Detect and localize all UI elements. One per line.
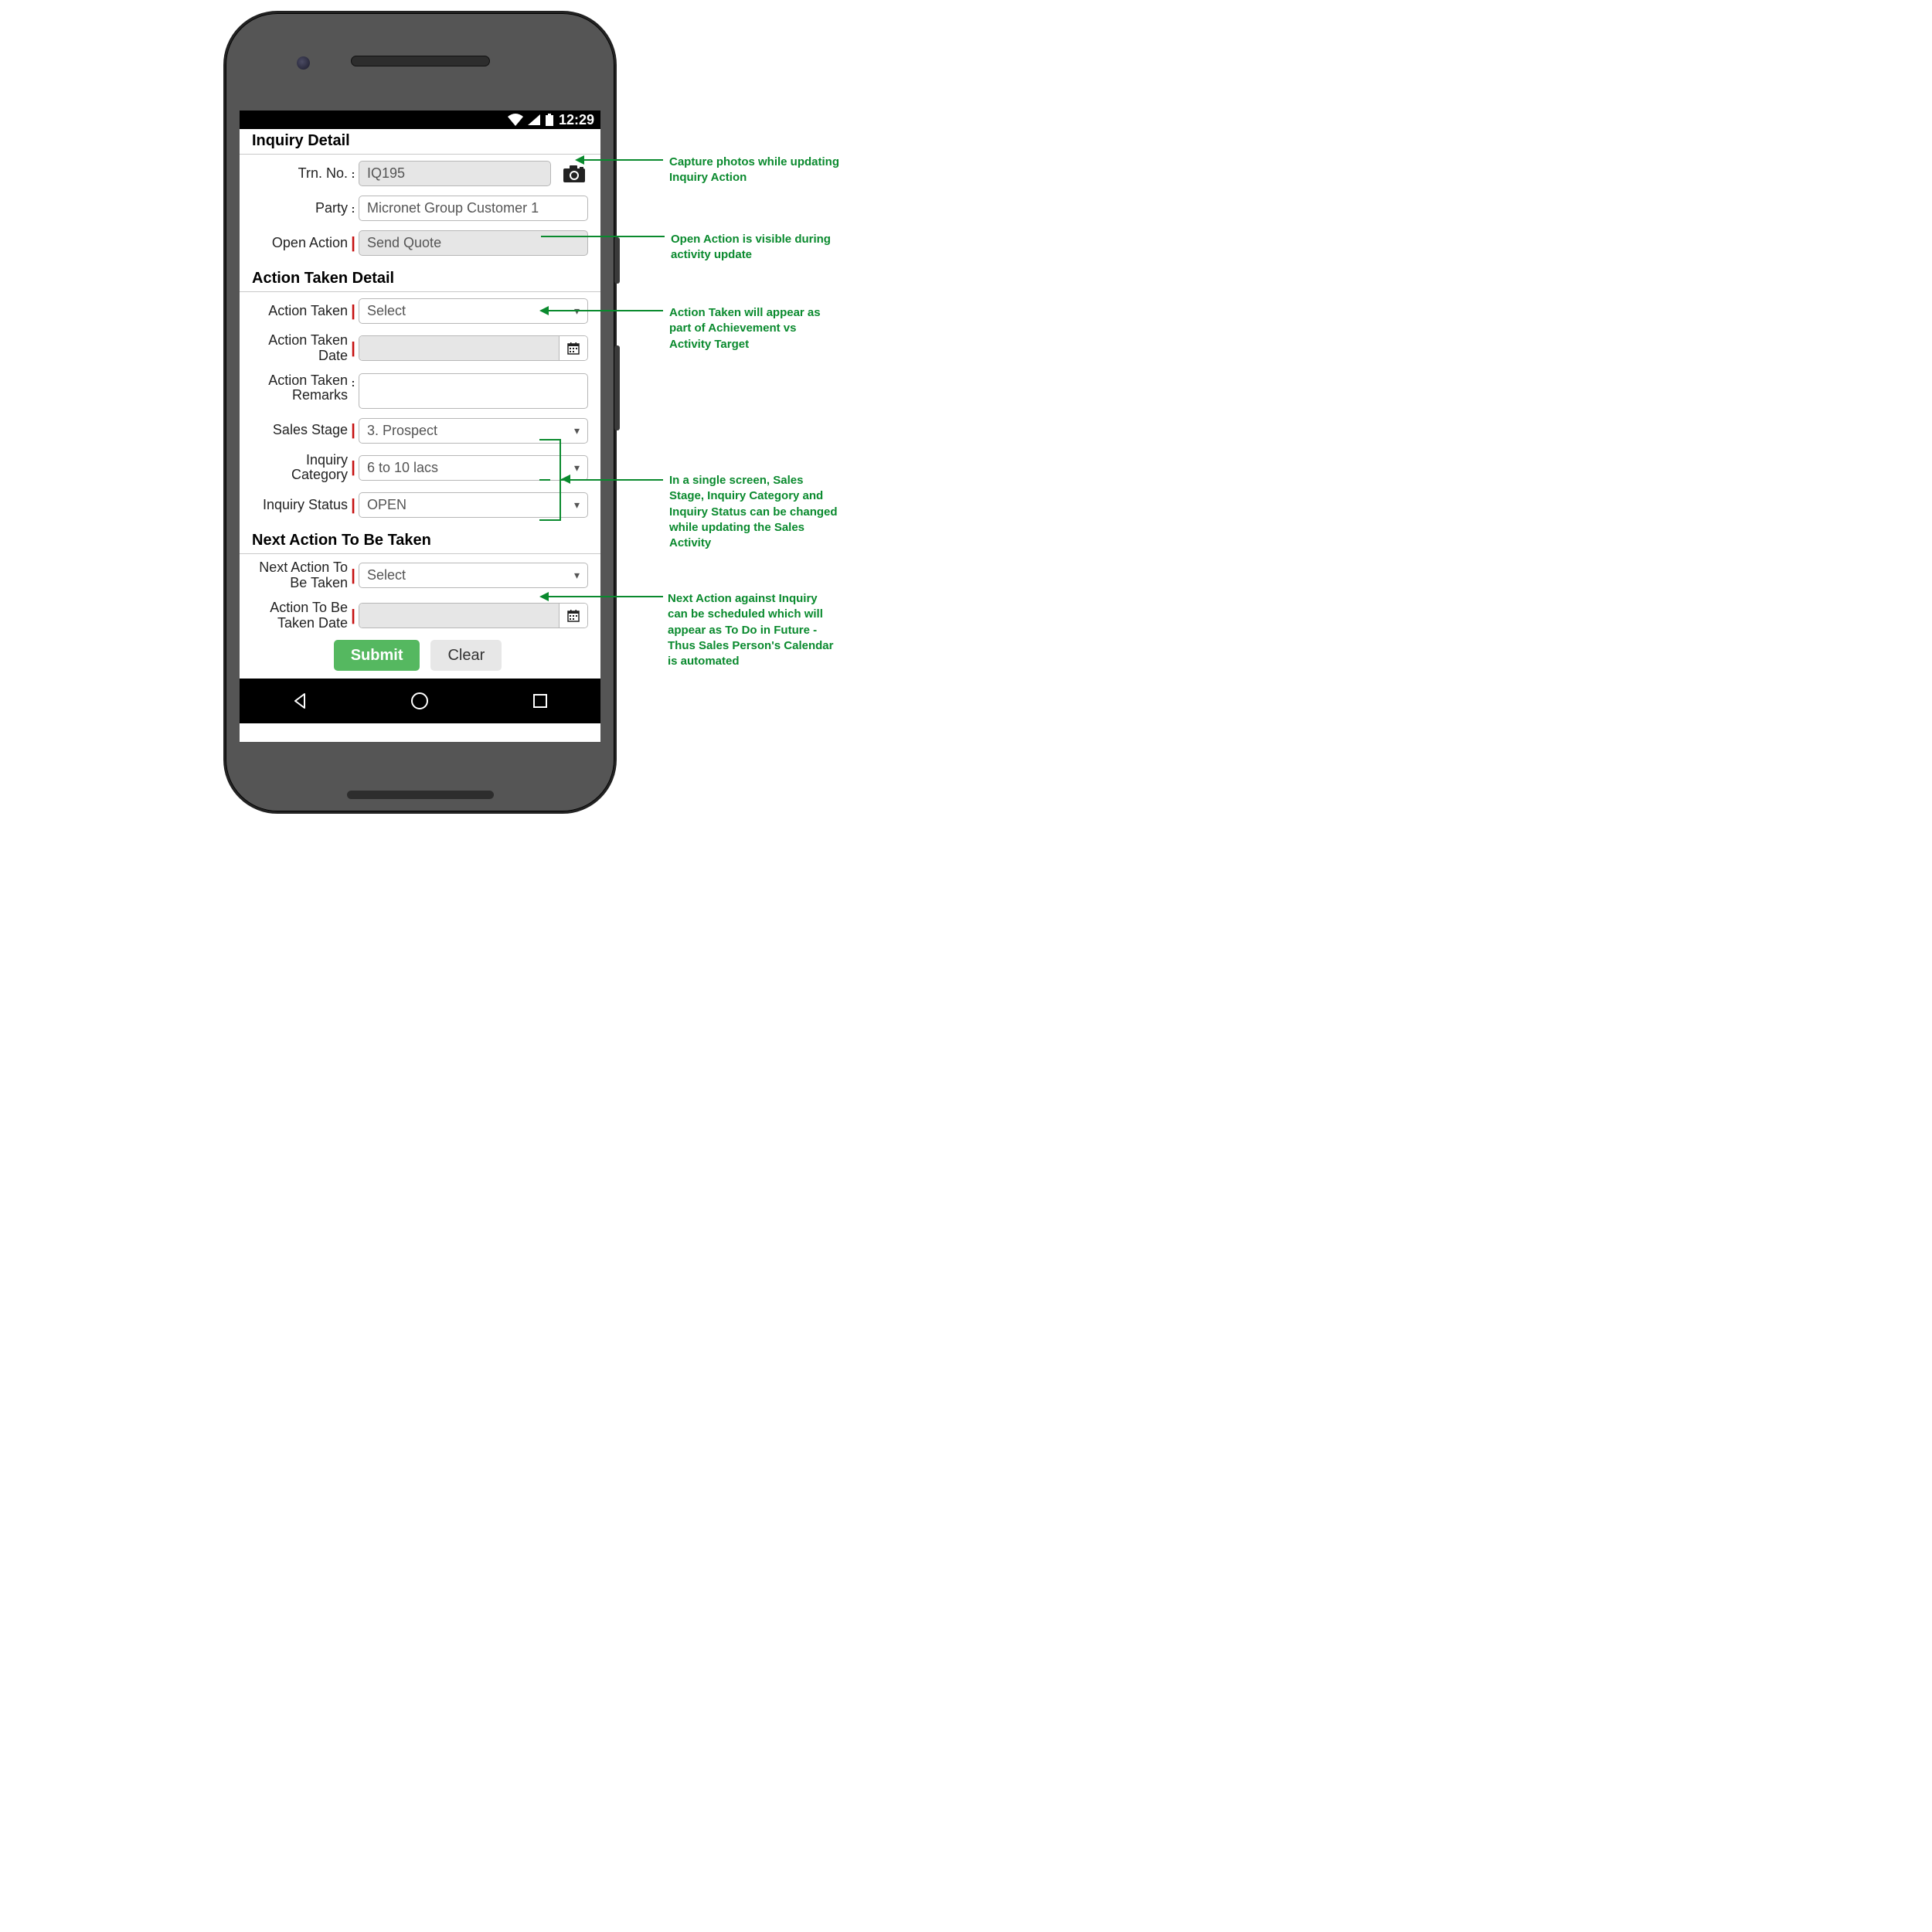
nav-home-button[interactable] [408,689,431,713]
label-party: Party [247,201,348,216]
clear-button[interactable]: Clear [430,640,502,671]
nav-back-button[interactable] [288,689,311,713]
callout-bracket [550,439,561,521]
row-next-action: Next Action To Be Taken | Select ▾ [247,560,588,591]
separator-required: | [348,424,359,437]
separator-required: | [348,610,359,622]
phone-volume-button [614,345,620,430]
row-action-taken-date: Action Taken Date | [247,333,588,364]
wifi-icon [508,114,523,126]
separator-required: | [348,461,359,474]
nav-recent-button[interactable] [529,689,552,713]
callout-line [584,159,663,161]
row-action-taken-remarks: Action Taken Remarks : [247,373,588,409]
label-trn-no: Trn. No. [247,166,348,182]
label-action-taken-remarks: Action Taken Remarks [247,373,348,404]
row-action-to-be-taken-date: Action To Be Taken Date | [247,600,588,631]
back-triangle-icon [291,692,309,710]
calendar-icon [567,342,580,355]
battery-icon [545,114,554,126]
label-action-to-be-taken-date: Action To Be Taken Date [247,600,348,631]
cellular-signal-icon [528,114,540,125]
callout-bracket-stub [539,479,550,481]
phone-speaker [351,56,490,66]
screen: 12:29 Inquiry Detail Trn. No. : IQ195 [240,111,600,742]
separator-required: | [348,305,359,318]
callout-bracket-stub [539,519,550,521]
row-open-action: Open Action | Send Quote [247,230,588,256]
status-time: 12:29 [559,112,594,128]
label-inquiry-category: Inquiry Category [247,453,348,484]
row-inquiry-status: Inquiry Status | OPEN ▾ [247,492,588,518]
separator-required: | [348,499,359,512]
separator-required: | [348,570,359,582]
party-input[interactable]: Micronet Group Customer 1 [359,196,588,221]
section-title-action-taken: Action Taken Detail [240,267,600,292]
open-action-input[interactable]: Send Quote [359,230,588,256]
section-title-next-action: Next Action To Be Taken [240,529,600,554]
separator-required: | [348,342,359,355]
label-inquiry-status: Inquiry Status [247,498,348,513]
date-value [359,604,560,628]
calendar-icon [567,610,580,622]
callout-combined: In a single screen, Sales Stage, Inquiry… [669,473,841,551]
action-taken-date-input[interactable] [359,335,588,361]
chevron-down-icon: ▾ [574,498,580,512]
callout-open-action: Open Action is visible during activity u… [671,232,842,264]
label-action-taken: Action Taken [247,304,348,319]
callout-line [541,236,665,237]
label-action-taken-date: Action Taken Date [247,333,348,364]
row-trn-no: Trn. No. : IQ195 [247,161,588,186]
callout-bracket-stub [539,439,550,440]
callout-arrow [575,155,584,165]
phone-frame: 12:29 Inquiry Detail Trn. No. : IQ195 [223,11,617,814]
action-to-be-taken-date-input[interactable] [359,603,588,628]
row-party: Party : Micronet Group Customer 1 [247,196,588,221]
date-value [359,336,560,360]
callout-line [561,479,663,481]
separator-colon: : [348,373,359,389]
callout-arrow [539,592,549,601]
callout-arrow [539,306,549,315]
trn-no-input[interactable]: IQ195 [359,161,551,186]
callout-line [549,596,663,597]
section-title-inquiry-detail: Inquiry Detail [240,129,600,155]
row-sales-stage: Sales Stage | 3. Prospect ▾ [247,418,588,444]
android-nav-bar [240,679,600,723]
chevron-down-icon: ▾ [574,424,580,437]
status-bar: 12:29 [240,111,600,129]
callout-next-action: Next Action against Inquiry can be sched… [668,591,839,669]
callout-line [549,310,663,311]
label-sales-stage: Sales Stage [247,423,348,438]
row-inquiry-category: Inquiry Category | 6 to 10 lacs ▾ [247,453,588,484]
separator-required: | [348,237,359,250]
submit-button[interactable]: Submit [334,640,420,671]
home-circle-icon [410,691,430,711]
calendar-button[interactable] [560,336,587,360]
recent-square-icon [532,692,549,709]
separator-colon: : [348,202,359,215]
calendar-button[interactable] [560,604,587,628]
phone-power-button [614,237,620,284]
next-action-select[interactable]: Select ▾ [359,563,588,588]
camera-icon [563,165,585,182]
label-next-action: Next Action To Be Taken [247,560,348,591]
label-open-action: Open Action [247,236,348,251]
action-taken-remarks-textarea[interactable] [359,373,588,409]
camera-button[interactable] [560,165,588,182]
callout-action-taken: Action Taken will appear as part of Achi… [669,305,841,352]
separator-colon: : [348,168,359,180]
row-action-taken: Action Taken | Select ▾ [247,298,588,324]
chevron-down-icon: ▾ [574,569,580,582]
callout-camera: Capture photos while updating Inquiry Ac… [669,155,841,186]
phone-home-indicator [347,791,494,799]
phone-front-camera [297,56,310,70]
chevron-down-icon: ▾ [574,461,580,474]
